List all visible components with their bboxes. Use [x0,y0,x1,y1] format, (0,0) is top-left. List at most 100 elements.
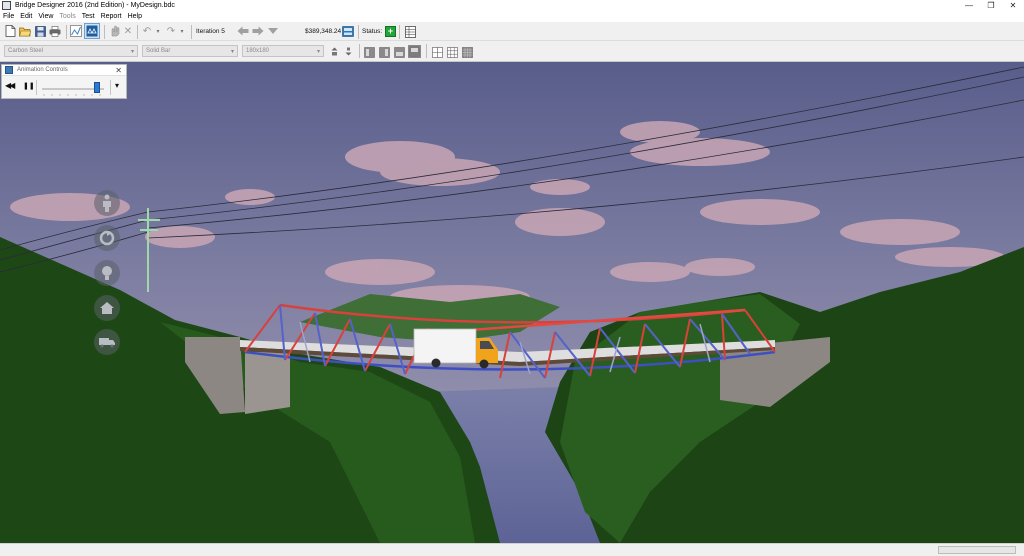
fine-grid-icon [461,46,473,58]
menu-test[interactable]: Test [82,13,95,20]
show-rulers-button[interactable] [393,46,405,58]
coarse-grid-button[interactable] [431,46,443,58]
animation-controls-header[interactable]: Animation Controls ✕ [2,65,126,76]
pause-button[interactable]: ❚❚ [23,82,35,90]
members-icon [363,46,375,58]
section-select[interactable]: Solid Bar ▾ [142,45,238,57]
fine-grid-button[interactable] [461,46,473,58]
menu-help[interactable]: Help [128,13,142,20]
menu-bar: File Edit View Tools Test Report Help [0,11,1024,22]
cost-calculator-icon [342,25,354,37]
hand-pointer-icon [111,25,120,37]
redo-button[interactable]: ↷ [166,25,176,37]
rotate-view-button[interactable] [94,225,120,251]
size-value: 180x180 [246,48,270,54]
status-progress-bar [938,546,1016,554]
member-table-button[interactable] [404,25,416,38]
speed-slider-thumb[interactable] [94,82,100,93]
panel-divider [110,80,111,95]
animation-panel-icon [5,66,13,74]
menu-file[interactable]: File [3,13,14,20]
slider-ticks [43,94,101,96]
app-icon [2,1,11,10]
bridge-designer-window: Bridge Designer 2016 (2nd Edition) - MyD… [0,0,1024,556]
iteration-forward-button[interactable] [251,25,264,37]
medium-grid-icon [446,46,458,58]
coarse-grid-icon [431,46,443,58]
truck-view-button[interactable] [94,329,120,355]
show-members-button[interactable] [363,46,375,58]
animation-options-dropdown[interactable]: ▾ [115,81,119,90]
cost-report-button[interactable] [342,25,354,37]
new-file-icon [5,25,15,37]
title-bar: Bridge Designer 2016 (2nd Edition) - MyD… [0,0,1024,11]
member-table-icon [404,25,416,38]
animation-viewport[interactable] [0,62,1024,543]
main-toolbar: ✕ ↶ ▾ ↷ ▾ Iteration 5 $389,348.24 Status… [0,22,1024,41]
close-icon[interactable]: ✕ [115,66,122,75]
window-title: Bridge Designer 2016 (2nd Edition) - MyD… [15,2,175,9]
chevron-down-icon: ▾ [316,49,320,55]
iteration-label: Iteration 5 [196,28,225,35]
truck-wheel [431,358,441,368]
material-select[interactable]: Carbon Steel ▾ [4,45,138,57]
iteration-back-button[interactable] [236,25,249,37]
window-controls: — ❐ ✕ [958,0,1024,11]
menu-report[interactable]: Report [101,13,122,20]
iteration-browse-button[interactable] [266,25,279,37]
decrease-size-button[interactable] [344,46,353,57]
new-file-button[interactable] [4,25,16,37]
print-button[interactable] [49,25,61,37]
increase-size-button[interactable] [330,46,339,57]
status-ok-icon: + [385,26,396,37]
open-file-button[interactable] [19,25,31,37]
home-icon [100,302,114,314]
maximize-button[interactable]: ❐ [980,0,1002,11]
delete-button[interactable]: ✕ [122,25,134,37]
menu-edit[interactable]: Edit [20,13,32,20]
menu-view[interactable]: View [38,13,53,20]
status-label: Status: [362,28,383,35]
animation-controls-panel: Animation Controls ✕ ◀◀ ❚❚ ▾ [1,64,127,99]
close-button[interactable]: ✕ [1002,0,1024,11]
left-abutment-face [245,352,290,414]
chevron-down-icon: ▾ [130,49,134,55]
speed-slider[interactable] [42,82,104,96]
cost-label: $389,348.24 [305,28,342,35]
rewind-button[interactable]: ◀◀ [5,81,15,90]
show-template-button[interactable] [408,45,421,58]
truck-box [413,328,477,364]
rulers-icon [393,46,405,58]
arrow-right-icon [252,26,263,36]
show-labels-button[interactable] [378,46,390,58]
material-value: Carbon Steel [8,48,44,54]
select-tool-button[interactable] [108,25,120,37]
template-icon [409,46,420,57]
printer-icon [49,25,61,37]
animation-controls-body: ◀◀ ❚❚ ▾ [2,76,126,99]
minimize-button[interactable]: — [958,0,980,11]
panel-divider [36,80,37,95]
head-icon [102,266,112,280]
home-view-button[interactable] [94,295,120,321]
person-icon [103,194,111,212]
medium-grid-button[interactable] [446,46,458,58]
load-test-button[interactable] [84,23,100,39]
head-tilt-button[interactable] [94,260,120,286]
undo-button[interactable]: ↶ [142,25,152,37]
chevron-down-icon: ▾ [230,49,234,55]
save-file-button[interactable] [34,25,46,37]
truck-icon [99,338,115,348]
truck-wheel [479,359,489,369]
section-value: Solid Bar [146,48,171,54]
undo-dropdown[interactable]: ▾ [154,25,162,37]
redo-dropdown[interactable]: ▾ [178,25,186,37]
size-up-icon [331,47,338,56]
drawing-board-button[interactable] [70,25,82,37]
bridge-scene [0,62,1024,543]
walk-view-button[interactable] [94,190,120,216]
load-test-icon [86,25,98,37]
rotate-icon [99,230,115,246]
menu-tools[interactable]: Tools [59,13,75,20]
size-select[interactable]: 180x180 ▾ [242,45,324,57]
